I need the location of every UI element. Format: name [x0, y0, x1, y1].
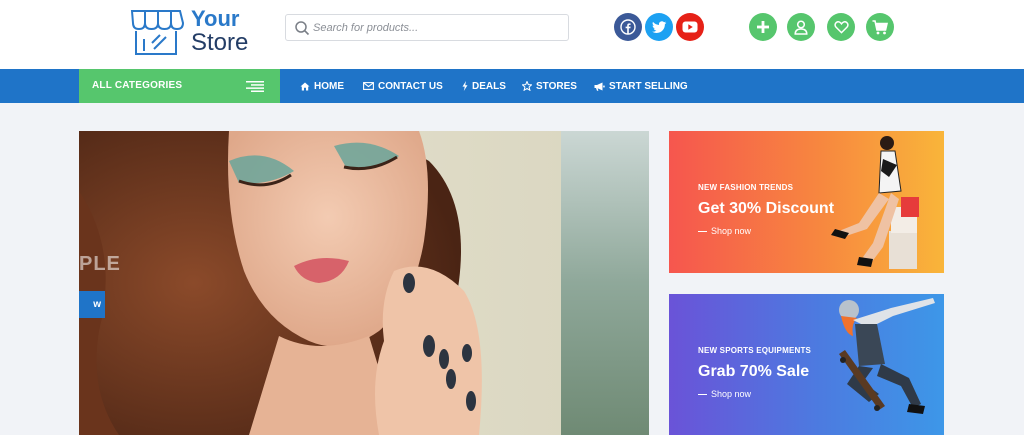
sports-promo-banner[interactable]: NEW SPORTS EQUIPMENTS Grab 70% Sale Shop…: [669, 294, 944, 435]
all-categories-button[interactable]: ALL CATEGORIES: [79, 69, 280, 103]
heart-icon: [833, 20, 849, 34]
menu-icon: [246, 81, 264, 92]
envelope-icon: [363, 82, 374, 90]
nav-contact-us[interactable]: CONTACT US: [363, 69, 443, 103]
nav-start-selling-label: START SELLING: [609, 80, 688, 92]
nav-stores-label: STORES: [536, 80, 577, 92]
fashion-promo-banner[interactable]: NEW FASHION TRENDS Get 30% Discount Shop…: [669, 131, 944, 273]
store-logo[interactable]: Your Store: [128, 5, 258, 57]
wishlist-button[interactable]: [827, 13, 855, 41]
search-box[interactable]: [285, 14, 569, 41]
banner-headline: Grab 70% Sale: [698, 363, 810, 380]
nav-deals[interactable]: DEALS: [462, 69, 506, 103]
banner-kicker: NEW SPORTS EQUIPMENTS: [698, 346, 812, 355]
home-icon: [300, 82, 310, 90]
nav-home-label: HOME: [314, 80, 344, 92]
nav-home[interactable]: HOME: [300, 69, 344, 103]
facebook-icon: [620, 19, 636, 35]
search-icon: [295, 21, 310, 36]
banner-headline: Get 30% Discount: [698, 200, 835, 217]
banner-shop-link[interactable]: Shop now: [698, 226, 751, 236]
skateboarder-image: [839, 298, 935, 414]
banner-shop-label: Shop now: [711, 389, 752, 399]
hero-slider[interactable]: [79, 131, 649, 435]
logo-wordmark: Your Store: [191, 7, 248, 55]
hero-caption: PLE: [79, 253, 121, 275]
fashion-model-image: [831, 136, 919, 269]
main-nav: ALL CATEGORIES HOME CONTACT US DEALS STO…: [0, 69, 1024, 103]
categories-label: ALL CATEGORIES: [92, 80, 183, 91]
banner-kicker: NEW FASHION TRENDS: [698, 183, 794, 192]
search-input[interactable]: [313, 18, 563, 38]
banner-shop-label: Shop now: [711, 226, 752, 236]
plus-icon: [757, 21, 769, 33]
nav-deals-label: DEALS: [472, 80, 506, 92]
logo-line-1: Your: [191, 6, 240, 31]
storefront-icon: [130, 10, 184, 55]
youtube-button[interactable]: [676, 13, 704, 41]
star-icon: [522, 81, 532, 91]
nav-contact-us-label: CONTACT US: [378, 80, 443, 92]
account-button[interactable]: [787, 13, 815, 41]
twitter-button[interactable]: [645, 13, 673, 41]
twitter-icon: [651, 20, 666, 33]
site-header: Your Store: [0, 0, 1024, 69]
hero-model-image: [79, 131, 649, 435]
hero-shop-button[interactable]: w: [79, 291, 105, 318]
facebook-button[interactable]: [614, 13, 642, 41]
nav-stores[interactable]: STORES: [522, 69, 577, 103]
youtube-icon: [682, 21, 698, 33]
user-icon: [794, 19, 808, 35]
cart-button[interactable]: [866, 13, 894, 41]
logo-line-2: Store: [191, 29, 249, 56]
hero-button-label: w: [93, 299, 101, 310]
nav-start-selling[interactable]: START SELLING: [594, 69, 688, 103]
megaphone-icon: [594, 82, 605, 91]
cart-icon: [872, 19, 888, 34]
add-button[interactable]: [749, 13, 777, 41]
banner-shop-link[interactable]: Shop now: [698, 389, 751, 399]
bolt-icon: [462, 81, 468, 91]
